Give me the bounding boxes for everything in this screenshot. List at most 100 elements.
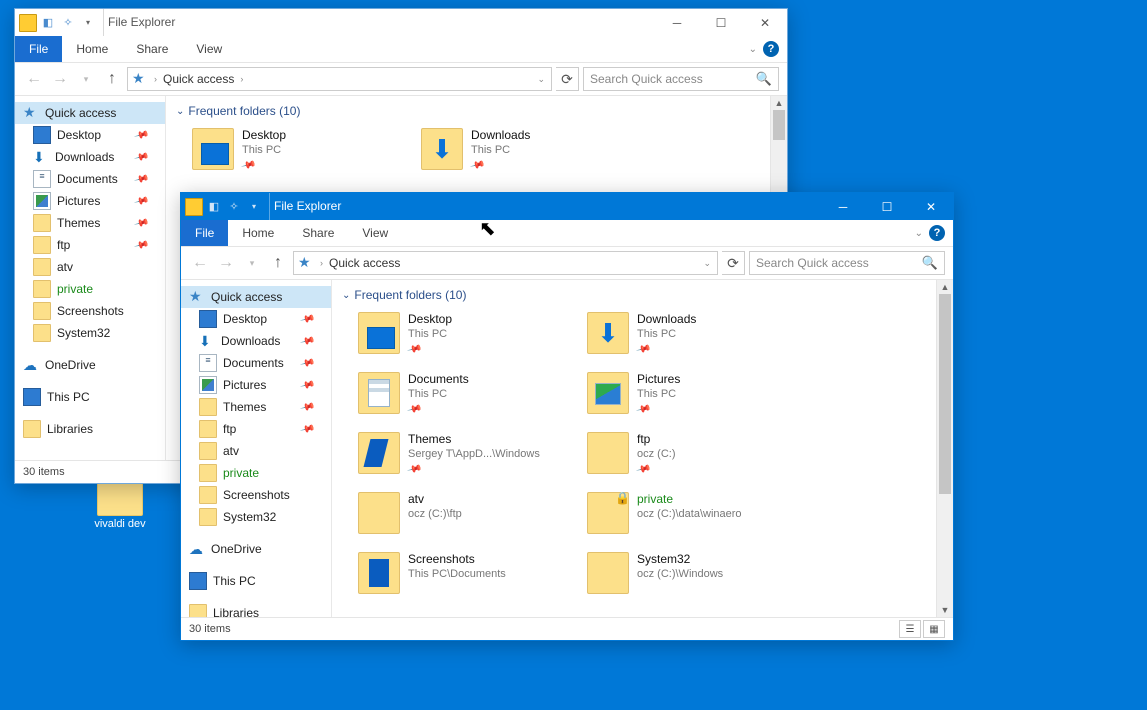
qat-properties-icon[interactable]: ◧ — [205, 198, 223, 216]
nav-desktop[interactable]: Desktop📌 — [15, 124, 165, 146]
qat-properties-icon[interactable]: ◧ — [39, 14, 57, 32]
nav-screenshots[interactable]: Screenshots — [15, 300, 165, 322]
nav-themes[interactable]: Themes📌 — [181, 396, 331, 418]
folder-tile[interactable]: ftpocz (C:)📌 — [585, 428, 810, 484]
address-dropdown-icon[interactable]: ⌄ — [701, 258, 713, 269]
search-input[interactable]: Search Quick access 🔍 — [749, 251, 945, 275]
group-header-frequent[interactable]: ⌄ Frequent folders (10) — [166, 96, 787, 124]
qat-dropdown-icon[interactable]: ▾ — [245, 198, 263, 216]
folder-tile[interactable]: atvocz (C:)\ftp — [356, 488, 581, 544]
nav-atv[interactable]: atv — [181, 440, 331, 462]
scroll-thumb[interactable] — [939, 294, 951, 494]
nav-onedrive[interactable]: ☁OneDrive — [15, 354, 165, 376]
chevron-right-icon[interactable]: › — [238, 74, 245, 84]
nav-atv[interactable]: atv — [15, 256, 165, 278]
up-button[interactable]: ↑ — [101, 68, 123, 90]
close-button[interactable]: ✕ — [909, 193, 953, 220]
nav-documents[interactable]: ≡Documents📌 — [15, 168, 165, 190]
nav-themes[interactable]: Themes📌 — [15, 212, 165, 234]
breadcrumb[interactable]: Quick access — [329, 256, 400, 270]
titlebar[interactable]: ◧ ✧ ▾ File Explorer ─ ☐ ✕ — [15, 9, 787, 36]
nav-screenshots[interactable]: Screenshots — [181, 484, 331, 506]
nav-ftp[interactable]: ftp📌 — [181, 418, 331, 440]
folder-tile[interactable]: ThemesSergey T\AppD...\Windows📌 — [356, 428, 581, 484]
up-button[interactable]: ↑ — [267, 252, 289, 274]
folder-tile-downloads[interactable]: Downloads This PC 📌 — [419, 124, 644, 180]
icons-view-button[interactable]: ▦ — [923, 620, 945, 638]
folder-tile[interactable]: DownloadsThis PC📌 — [585, 308, 810, 364]
nav-libraries[interactable]: Libraries — [181, 602, 331, 617]
recent-dropdown[interactable]: ▾ — [241, 252, 263, 274]
maximize-button[interactable]: ☐ — [699, 9, 743, 36]
minimize-button[interactable]: ─ — [821, 193, 865, 220]
recent-dropdown[interactable]: ▾ — [75, 68, 97, 90]
scroll-down-icon[interactable]: ▼ — [937, 603, 953, 617]
collapse-ribbon-icon[interactable]: ⌄ — [915, 228, 923, 239]
folder-tile[interactable]: DesktopThis PC📌 — [356, 308, 581, 364]
back-button[interactable]: ← — [189, 252, 211, 274]
nav-system32[interactable]: System32 — [15, 322, 165, 344]
details-view-button[interactable]: ☰ — [899, 620, 921, 638]
folder-tile[interactable]: System32ocz (C:)\Windows — [585, 548, 810, 604]
nav-pictures[interactable]: Pictures📌 — [15, 190, 165, 212]
help-icon[interactable]: ? — [929, 225, 945, 241]
tab-share[interactable]: Share — [122, 36, 182, 62]
close-button[interactable]: ✕ — [743, 9, 787, 36]
scroll-thumb[interactable] — [773, 110, 785, 140]
nav-thispc[interactable]: This PC — [15, 386, 165, 408]
chevron-right-icon[interactable]: › — [152, 74, 159, 84]
folder-tile[interactable]: 🔒privateocz (C:)\data\winaero — [585, 488, 810, 544]
qat-newfolder-icon[interactable]: ✧ — [59, 14, 77, 32]
scroll-up-icon[interactable]: ▲ — [771, 96, 787, 110]
nav-downloads[interactable]: ⬇Downloads📌 — [15, 146, 165, 168]
tab-home[interactable]: Home — [228, 220, 288, 246]
forward-button[interactable]: → — [215, 252, 237, 274]
tab-file[interactable]: File — [15, 36, 62, 62]
address-bar[interactable]: ★ › Quick access › ⌄ — [127, 67, 552, 91]
tab-share[interactable]: Share — [288, 220, 348, 246]
help-icon[interactable]: ? — [763, 41, 779, 57]
minimize-button[interactable]: ─ — [655, 9, 699, 36]
folder-tile[interactable]: DocumentsThis PC📌 — [356, 368, 581, 424]
address-bar[interactable]: ★ › Quick access ⌄ — [293, 251, 718, 275]
nav-ftp[interactable]: ftp📌 — [15, 234, 165, 256]
breadcrumb[interactable]: Quick access — [163, 72, 234, 86]
titlebar[interactable]: ◧ ✧ ▾ File Explorer ─ ☐ ✕ — [181, 193, 953, 220]
search-input[interactable]: Search Quick access 🔍 — [583, 67, 779, 91]
nav-libraries[interactable]: Libraries — [15, 418, 165, 440]
navigation-pane[interactable]: ★ Quick access Desktop📌 ⬇Downloads📌 ≡Doc… — [15, 96, 166, 460]
refresh-button[interactable]: ⟳ — [722, 251, 745, 275]
forward-button[interactable]: → — [49, 68, 71, 90]
chevron-right-icon[interactable]: › — [318, 258, 325, 268]
nav-quick-access[interactable]: ★ Quick access — [15, 102, 165, 124]
scrollbar[interactable]: ▲ ▼ — [936, 280, 953, 617]
nav-quick-access[interactable]: ★ Quick access — [181, 286, 331, 308]
nav-pictures[interactable]: Pictures📌 — [181, 374, 331, 396]
tab-file[interactable]: File — [181, 220, 228, 246]
collapse-ribbon-icon[interactable]: ⌄ — [749, 44, 757, 55]
nav-onedrive[interactable]: ☁OneDrive — [181, 538, 331, 560]
navigation-pane[interactable]: ★ Quick access Desktop📌 ⬇Downloads📌 ≡Doc… — [181, 280, 332, 617]
scroll-up-icon[interactable]: ▲ — [937, 280, 953, 294]
address-dropdown-icon[interactable]: ⌄ — [535, 74, 547, 85]
file-explorer-window-front[interactable]: ◧ ✧ ▾ File Explorer ─ ☐ ✕ File Home Shar… — [180, 192, 954, 641]
nav-private[interactable]: private — [15, 278, 165, 300]
qat-dropdown-icon[interactable]: ▾ — [79, 14, 97, 32]
nav-downloads[interactable]: ⬇Downloads📌 — [181, 330, 331, 352]
folder-tile-desktop[interactable]: Desktop This PC 📌 — [190, 124, 415, 180]
nav-private[interactable]: private — [181, 462, 331, 484]
refresh-button[interactable]: ⟳ — [556, 67, 579, 91]
content-pane[interactable]: ⌄ Frequent folders (10) DesktopThis PC📌D… — [332, 280, 953, 617]
nav-documents[interactable]: ≡Documents📌 — [181, 352, 331, 374]
folder-tile[interactable]: PicturesThis PC📌 — [585, 368, 810, 424]
qat-newfolder-icon[interactable]: ✧ — [225, 198, 243, 216]
nav-desktop[interactable]: Desktop📌 — [181, 308, 331, 330]
nav-system32[interactable]: System32 — [181, 506, 331, 528]
nav-thispc[interactable]: This PC — [181, 570, 331, 592]
folder-tile[interactable]: ScreenshotsThis PC\Documents — [356, 548, 581, 604]
group-header-frequent[interactable]: ⌄ Frequent folders (10) — [332, 280, 953, 308]
maximize-button[interactable]: ☐ — [865, 193, 909, 220]
tab-view[interactable]: View — [182, 36, 236, 62]
back-button[interactable]: ← — [23, 68, 45, 90]
tab-home[interactable]: Home — [62, 36, 122, 62]
